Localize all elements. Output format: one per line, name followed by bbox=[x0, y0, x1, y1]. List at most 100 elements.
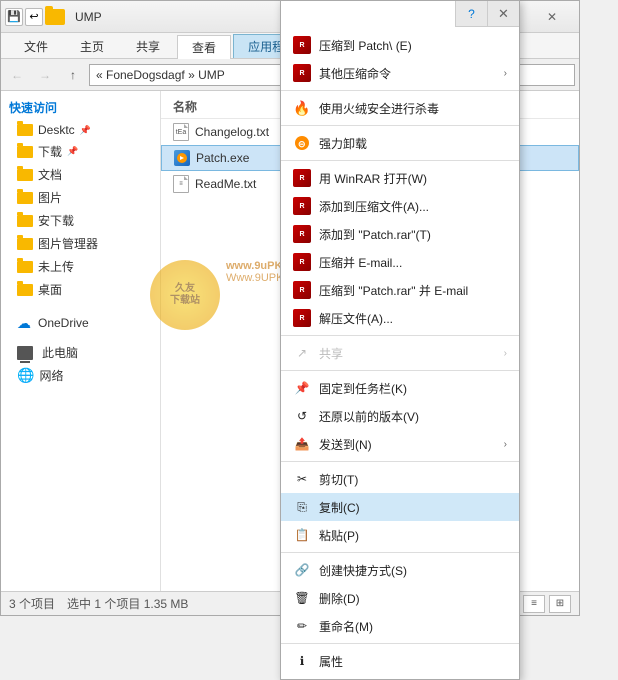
ctx-item-other-compress[interactable]: R 其他压缩命令 › bbox=[281, 59, 519, 87]
sidebar-quick-access-group: Desktc 📌 下载 📌 文档 图片 安下 bbox=[1, 120, 160, 301]
sidebar-item-network[interactable]: 🌐 网络 bbox=[1, 364, 160, 387]
tab-file[interactable]: 文件 bbox=[9, 34, 63, 58]
ctx-item-compress-patchrar-email[interactable]: R 压缩到 "Patch.rar" 并 E-mail bbox=[281, 276, 519, 304]
sidebar-quick-access-header[interactable]: 快速访问 bbox=[1, 95, 160, 120]
ctx-label: 剪切(T) bbox=[319, 471, 358, 488]
context-help-button[interactable]: ? bbox=[455, 1, 487, 27]
share-icon: ↗ bbox=[293, 344, 311, 362]
ctx-item-rename[interactable]: ✏ 重命名(M) bbox=[281, 612, 519, 640]
ctx-separator bbox=[281, 125, 519, 126]
exe-icon bbox=[174, 150, 190, 166]
save-icon[interactable]: 💾 bbox=[5, 8, 23, 26]
ctx-item-paste[interactable]: 📋 粘贴(P) bbox=[281, 521, 519, 549]
sidebar-item-andownload[interactable]: 安下载 bbox=[1, 209, 160, 232]
grid-view-button[interactable]: ⊞ bbox=[549, 595, 571, 613]
pc-icon bbox=[17, 346, 33, 360]
tab-view[interactable]: 查看 bbox=[177, 35, 231, 59]
ctx-separator bbox=[281, 90, 519, 91]
ctx-item-send-to[interactable]: 📤 发送到(N) › bbox=[281, 430, 519, 458]
ctx-item-extract-here[interactable]: R 解压文件(A)... bbox=[281, 304, 519, 332]
ctx-item-compress-email[interactable]: R 压缩并 E-mail... bbox=[281, 248, 519, 276]
ctx-label: 共享 bbox=[319, 345, 343, 362]
undo-icon[interactable]: ↩ bbox=[25, 8, 43, 26]
rar-icon: R bbox=[293, 169, 311, 187]
sendto-icon: 📤 bbox=[293, 435, 311, 453]
ctx-item-share-disabled: ↗ 共享 › bbox=[281, 339, 519, 367]
ctx-item-pin-taskbar[interactable]: 📌 固定到任务栏(K) bbox=[281, 374, 519, 402]
rar-icon: R bbox=[293, 281, 311, 299]
cut-icon: ✂ bbox=[293, 470, 311, 488]
forward-button[interactable]: → bbox=[33, 63, 57, 87]
ctx-separator bbox=[281, 461, 519, 462]
txt-icon: ≡ bbox=[173, 175, 189, 193]
sidebar-item-documents[interactable]: 文档 bbox=[1, 163, 160, 186]
ctx-label: 属性 bbox=[319, 653, 343, 670]
ctx-label: 用 WinRAR 打开(W) bbox=[319, 170, 427, 187]
ctx-label: 添加到压缩文件(A)... bbox=[319, 198, 429, 215]
ctx-item-copy[interactable]: ⎘ 复制(C) bbox=[281, 493, 519, 521]
ctx-item-extract-patch[interactable]: R 压缩到 Patch\ (E) bbox=[281, 31, 519, 59]
ctx-item-restore-previous[interactable]: ↺ 还原以前的版本(V) bbox=[281, 402, 519, 430]
sidebar-item-label: 文档 bbox=[38, 166, 62, 183]
context-close-button[interactable]: ✕ bbox=[487, 1, 519, 27]
ctx-separator bbox=[281, 160, 519, 161]
paste-icon: 📋 bbox=[293, 526, 311, 544]
ctx-item-properties[interactable]: ℹ 属性 bbox=[281, 647, 519, 675]
sidebar-item-desktop2[interactable]: 桌面 bbox=[1, 278, 160, 301]
folder-title-icon bbox=[45, 9, 65, 25]
sidebar-item-notuploaded[interactable]: 未上传 bbox=[1, 255, 160, 278]
file-name: Patch.exe bbox=[196, 151, 249, 165]
sidebar-item-label: 下载 bbox=[38, 143, 62, 160]
sidebar-item-desktop[interactable]: Desktc 📌 bbox=[1, 120, 160, 140]
rar-icon: R bbox=[293, 225, 311, 243]
ctx-label: 压缩到 "Patch.rar" 并 E-mail bbox=[319, 282, 468, 299]
rar-icon: R bbox=[293, 36, 311, 54]
arrow-right-icon: › bbox=[504, 68, 507, 79]
network-icon: 🌐 bbox=[17, 367, 34, 384]
folder-icon bbox=[17, 192, 33, 204]
ctx-item-cut[interactable]: ✂ 剪切(T) bbox=[281, 465, 519, 493]
sidebar-item-label: 网络 bbox=[39, 367, 63, 384]
tab-home[interactable]: 主页 bbox=[65, 34, 119, 58]
rar-icon: R bbox=[293, 197, 311, 215]
shortcut-icon: 🔗 bbox=[293, 561, 311, 579]
tab-share[interactable]: 共享 bbox=[121, 34, 175, 58]
close-button[interactable]: ✕ bbox=[529, 1, 575, 33]
ctx-item-antivirus[interactable]: 🔥 使用火绒安全进行杀毒 bbox=[281, 94, 519, 122]
file-name: ReadMe.txt bbox=[195, 177, 256, 191]
ctx-label: 发送到(N) bbox=[319, 436, 372, 453]
ctx-label: 复制(C) bbox=[319, 499, 360, 516]
folder-icon bbox=[17, 146, 33, 158]
sidebar-item-thispc[interactable]: 此电脑 bbox=[1, 341, 160, 364]
back-button[interactable]: ← bbox=[5, 63, 29, 87]
sidebar-item-downloads[interactable]: 下载 📌 bbox=[1, 140, 160, 163]
uninstall-icon: ⊝ bbox=[293, 134, 311, 152]
folder-icon bbox=[17, 238, 33, 250]
column-name: 名称 bbox=[173, 98, 197, 115]
ctx-item-create-shortcut[interactable]: 🔗 创建快捷方式(S) bbox=[281, 556, 519, 584]
status-total: 3 个项目 bbox=[9, 595, 55, 612]
ctx-label: 删除(D) bbox=[319, 590, 360, 607]
rar-icon: R bbox=[293, 309, 311, 327]
rar-icon: R bbox=[293, 64, 311, 82]
ctx-label: 解压文件(A)... bbox=[319, 310, 393, 327]
list-view-button[interactable]: ≡ bbox=[523, 595, 545, 613]
sidebar-item-onedrive[interactable]: ☁ OneDrive bbox=[1, 313, 160, 333]
sidebar: 快速访问 Desktc 📌 下载 📌 文档 图片 bbox=[1, 91, 161, 591]
file-name: Changelog.txt bbox=[195, 125, 269, 139]
copy-icon: ⎘ bbox=[293, 498, 311, 516]
ctx-label: 固定到任务栏(K) bbox=[319, 380, 407, 397]
ctx-separator bbox=[281, 552, 519, 553]
ctx-item-force-uninstall[interactable]: ⊝ 强力卸载 bbox=[281, 129, 519, 157]
up-button[interactable]: ↑ bbox=[61, 63, 85, 87]
sidebar-item-pictures[interactable]: 图片 bbox=[1, 186, 160, 209]
sidebar-item-label: OneDrive bbox=[38, 316, 89, 330]
ctx-item-delete[interactable]: 🗑 删除(D) bbox=[281, 584, 519, 612]
fire-icon: 🔥 bbox=[293, 99, 311, 117]
ctx-item-add-archive[interactable]: R 添加到压缩文件(A)... bbox=[281, 192, 519, 220]
ctx-label: 压缩并 E-mail... bbox=[319, 254, 402, 271]
sidebar-item-picmanager[interactable]: 图片管理器 bbox=[1, 232, 160, 255]
folder-icon bbox=[17, 215, 33, 227]
ctx-item-open-winrar[interactable]: R 用 WinRAR 打开(W) bbox=[281, 164, 519, 192]
ctx-item-add-to-patch-rar[interactable]: R 添加到 "Patch.rar"(T) bbox=[281, 220, 519, 248]
